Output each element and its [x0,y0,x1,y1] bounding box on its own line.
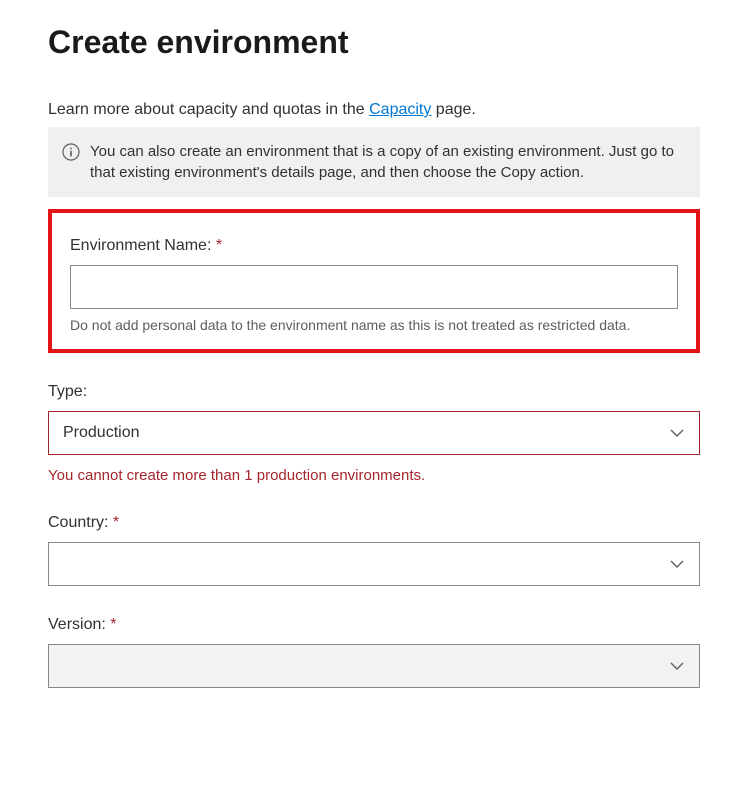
intro-prefix: Learn more about capacity and quotas in … [48,101,369,118]
type-selected-value: Production [63,424,140,442]
env-name-label-text: Environment Name: [70,237,216,254]
highlight-region: Environment Name: * Do not add personal … [48,209,700,353]
version-select-wrapper [48,644,700,688]
type-select-wrapper: Production [48,411,700,455]
country-label-text: Country: [48,514,113,531]
country-label: Country: * [48,514,700,532]
type-select[interactable]: Production [48,411,700,455]
env-name-help: Do not add personal data to the environm… [70,317,678,333]
country-select[interactable] [48,542,700,586]
version-label-text: Version: [48,616,110,633]
type-group: Type: Production You cannot create more … [48,383,700,484]
required-star: * [216,237,222,254]
type-error: You cannot create more than 1 production… [48,467,700,484]
intro-paragraph: Learn more about capacity and quotas in … [48,101,700,119]
info-callout: You can also create an environment that … [48,127,700,197]
required-star: * [113,514,119,531]
version-group: Version: * [48,616,700,688]
version-label: Version: * [48,616,700,634]
env-name-label: Environment Name: * [70,237,678,255]
intro-suffix: page. [431,101,475,118]
required-star: * [110,616,116,633]
callout-text: You can also create an environment that … [90,141,684,183]
env-name-input[interactable] [70,265,678,309]
country-select-wrapper [48,542,700,586]
country-group: Country: * [48,514,700,586]
type-label: Type: [48,383,700,401]
info-icon [62,143,80,161]
capacity-link[interactable]: Capacity [369,101,431,118]
version-select[interactable] [48,644,700,688]
page-title: Create environment [48,24,700,61]
